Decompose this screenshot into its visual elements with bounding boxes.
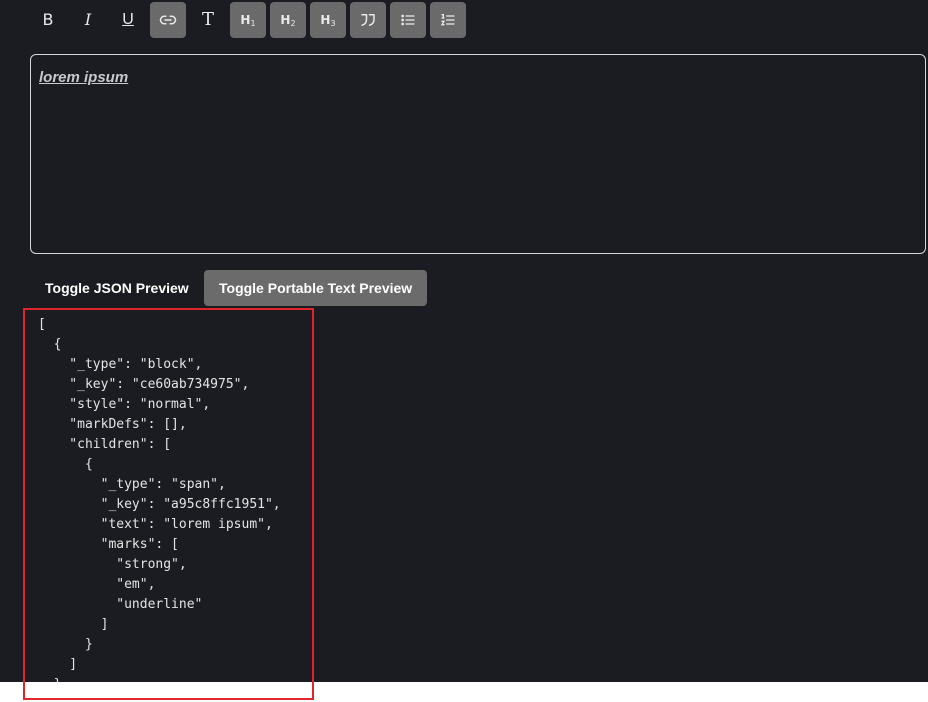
json-line: "text": "lorem ipsum", [38, 517, 273, 532]
heading-1-letter: H [240, 12, 251, 27]
json-line: "markDefs": [], [38, 417, 187, 432]
heading-1-button[interactable]: H1 [230, 2, 266, 38]
json-line: "marks": [ [38, 537, 179, 552]
italic-button[interactable]: I [70, 2, 106, 38]
heading-2-level: 2 [290, 18, 296, 28]
editor-content[interactable]: lorem ipsum [39, 69, 128, 86]
quote-icon [361, 14, 375, 26]
heading-3-letter: H [320, 12, 331, 27]
bold-icon: B [42, 10, 54, 29]
json-line: ] [38, 657, 78, 672]
underline-icon: U [122, 11, 134, 28]
heading-1-level: 1 [250, 18, 256, 28]
toggle-json-preview-button[interactable]: Toggle JSON Preview [30, 270, 204, 306]
heading-3-level: 3 [330, 18, 336, 28]
heading-2-button[interactable]: H2 [270, 2, 306, 38]
json-line: "children": [ [38, 437, 172, 452]
link-icon [159, 15, 177, 25]
json-line: "strong", [38, 557, 187, 572]
json-line: "_type": "block", [38, 357, 203, 372]
json-line: "_key": "a95c8ffc1951", [38, 497, 281, 512]
heading-1-icon: H1 [240, 13, 255, 28]
json-preview: [ { "_type": "block", "_key": "ce60ab734… [38, 315, 281, 682]
json-line: } [38, 675, 281, 682]
underline-button[interactable]: U [110, 2, 146, 38]
bullet-list-button[interactable] [390, 2, 426, 38]
json-line: "_type": "span", [38, 477, 226, 492]
editor-app: B I U T H1 H2 H3 lorem ipsum Toggle JSON… [0, 0, 928, 682]
bullet-list-icon [401, 14, 415, 26]
json-line: "_key": "ce60ab734975", [38, 377, 250, 392]
json-line: { [38, 337, 62, 352]
rich-text-editor[interactable]: lorem ipsum [30, 54, 926, 254]
quote-button[interactable] [350, 2, 386, 38]
italic-icon: I [84, 10, 92, 29]
heading-3-icon: H3 [320, 13, 335, 28]
numbered-list-button[interactable] [430, 2, 466, 38]
normal-text-button[interactable]: T [190, 2, 226, 38]
toggle-portable-text-preview-button[interactable]: Toggle Portable Text Preview [204, 270, 428, 306]
link-button[interactable] [150, 2, 186, 38]
json-line: "em", [38, 577, 156, 592]
json-line: } [38, 637, 93, 652]
json-line: "underline" [38, 597, 203, 612]
heading-2-icon: H2 [280, 13, 295, 28]
heading-3-button[interactable]: H3 [310, 2, 346, 38]
bold-button[interactable]: B [30, 2, 66, 38]
json-line: "style": "normal", [38, 397, 211, 412]
json-line: ] [38, 617, 109, 632]
text-icon: T [201, 9, 214, 30]
json-line: { [38, 457, 93, 472]
json-line: [ [38, 317, 46, 332]
heading-2-letter: H [280, 12, 291, 27]
numbered-list-icon [440, 14, 455, 26]
